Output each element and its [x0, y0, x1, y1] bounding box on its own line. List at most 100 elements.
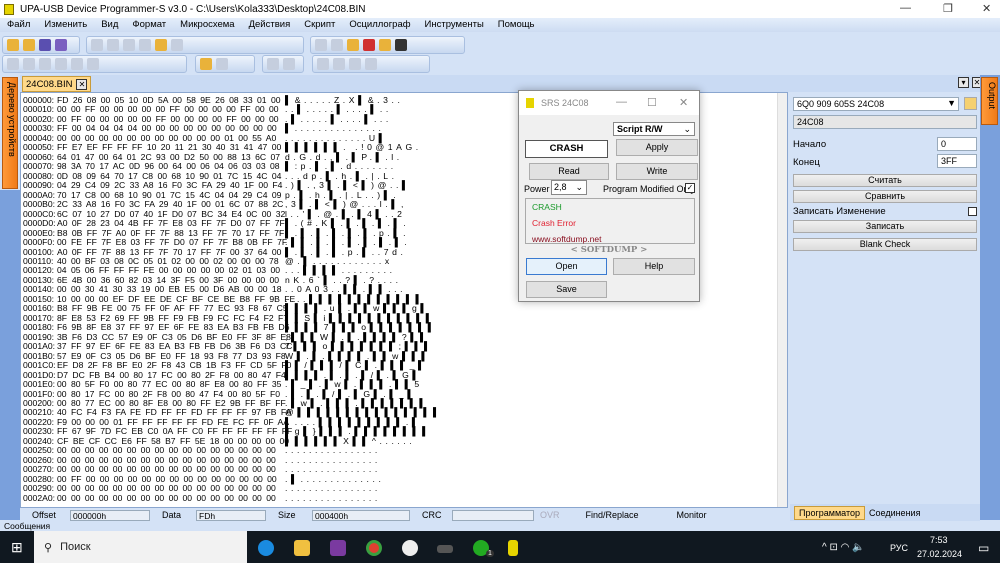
play-icon[interactable]: [267, 58, 279, 70]
end-label: Конец: [793, 157, 820, 168]
close-tab-icon[interactable]: ✕: [76, 78, 88, 90]
save-as-icon[interactable]: [55, 39, 67, 51]
row-ascii[interactable]: ................: [285, 493, 445, 503]
write-button[interactable]: Write: [616, 163, 698, 180]
clock-time[interactable]: 7:53: [930, 535, 948, 545]
open-icon[interactable]: [23, 39, 35, 51]
stop-icon[interactable]: [283, 58, 295, 70]
select-icon[interactable]: [216, 58, 228, 70]
end-input[interactable]: 3FF: [937, 154, 977, 168]
read-button[interactable]: Read: [529, 163, 609, 180]
softdump-brand: < SOFTDUMP >: [570, 245, 648, 255]
write-button[interactable]: Записать: [793, 220, 977, 233]
network-icon[interactable]: [395, 39, 407, 51]
apply-button[interactable]: Apply: [616, 139, 698, 156]
taskbar-search[interactable]: ⚲ Поиск: [34, 531, 247, 563]
menu-item[interactable]: Файл: [0, 18, 37, 32]
prev-icon[interactable]: [55, 58, 67, 70]
pointer-icon[interactable]: [200, 58, 212, 70]
write-changes-checkbox[interactable]: [968, 207, 977, 216]
vertical-scrollbar[interactable]: [777, 93, 787, 507]
menu-item[interactable]: Инструменты: [418, 18, 491, 32]
row-bytes[interactable]: 00 00 00 00 00 00 00 00 00 00 00 00 00 0…: [57, 493, 285, 503]
toolbar-select: [195, 55, 255, 73]
save-button[interactable]: Save: [526, 281, 607, 298]
app-device-icon[interactable]: [437, 545, 453, 553]
device-select[interactable]: 6Q0 909 605S 24C08 ▼: [793, 97, 959, 111]
monitor-button[interactable]: Monitor: [677, 510, 707, 520]
help-button[interactable]: Help: [613, 258, 695, 275]
open-button[interactable]: Open: [526, 258, 607, 275]
last-icon[interactable]: [87, 58, 99, 70]
bug-icon[interactable]: [363, 39, 375, 51]
menu-item[interactable]: Изменить: [37, 18, 94, 32]
bold-icon[interactable]: [317, 58, 329, 70]
menu-item[interactable]: Осциллограф: [342, 18, 417, 32]
tab-24c08[interactable]: 24C08.BIN ✕: [22, 76, 92, 92]
redo-icon[interactable]: [107, 39, 119, 51]
hex-row[interactable]: 0002A0: 00 00 00 00 00 00 00 00 00 00 00 …: [23, 493, 445, 503]
device-tree-tab[interactable]: Дерево устройств: [2, 77, 18, 189]
edge-icon[interactable]: [258, 540, 274, 556]
device-icon[interactable]: [315, 39, 327, 51]
find-replace-button[interactable]: Find/Replace: [586, 510, 639, 520]
menu-item[interactable]: Помощь: [491, 18, 542, 32]
compare-button[interactable]: Сравнить: [793, 190, 977, 203]
menu-item[interactable]: Микросхема: [173, 18, 241, 32]
start-input[interactable]: 0: [937, 137, 977, 151]
sigma-icon[interactable]: [379, 39, 391, 51]
copy-icon[interactable]: [139, 39, 151, 51]
menu-item[interactable]: Формат: [125, 18, 173, 32]
cut-icon[interactable]: [123, 39, 135, 51]
status-display: CRASH: [525, 140, 608, 158]
explorer-icon[interactable]: [294, 540, 310, 556]
first-icon[interactable]: [39, 58, 51, 70]
menu-item[interactable]: Скрипт: [297, 18, 342, 32]
align-icon[interactable]: [365, 58, 377, 70]
upa-app-icon[interactable]: [508, 540, 518, 556]
language-indicator[interactable]: РУС: [890, 543, 908, 553]
crc-field: [452, 509, 534, 521]
new-icon[interactable]: [7, 39, 19, 51]
tab-connections[interactable]: Соединения: [865, 507, 924, 519]
maximize-button[interactable]: ❐: [943, 2, 953, 15]
program-modified-only-checkbox[interactable]: ✓: [685, 183, 695, 193]
close-button[interactable]: ✕: [982, 2, 991, 15]
delete-icon[interactable]: [171, 39, 183, 51]
tray-icons[interactable]: ^ ⊡ ◠ 🔈: [822, 542, 865, 553]
dialog-maximize[interactable]: ☐: [647, 96, 657, 109]
zoom-out-icon[interactable]: [23, 58, 35, 70]
dialog-minimize[interactable]: —: [616, 96, 627, 108]
dialog-close[interactable]: ✕: [679, 96, 688, 109]
window-title: UPA-USB Device Programmer-S v3.0 - C:\Us…: [20, 3, 366, 15]
read-button[interactable]: Считать: [793, 174, 977, 187]
clock-date[interactable]: 27.02.2024: [917, 549, 962, 559]
chip-icon[interactable]: [331, 39, 343, 51]
script-select[interactable]: Script R/W ⌄: [613, 122, 695, 136]
minimize-button[interactable]: —: [900, 2, 911, 14]
toolbar-nav: [2, 55, 187, 73]
save-icon[interactable]: [39, 39, 51, 51]
load-icon[interactable]: [964, 97, 977, 110]
document-tab-bar: [20, 75, 985, 92]
underline-icon[interactable]: [349, 58, 361, 70]
tab-programmer[interactable]: Программатор: [794, 505, 865, 520]
notifications-icon[interactable]: ▭: [978, 541, 989, 555]
undo-icon[interactable]: [91, 39, 103, 51]
power-select[interactable]: 2,8 ⌄: [551, 180, 587, 195]
next-icon[interactable]: [71, 58, 83, 70]
app-circle-icon[interactable]: [402, 540, 418, 556]
output-tab[interactable]: Output: [981, 77, 998, 125]
tools-icon[interactable]: [347, 39, 359, 51]
menu-item[interactable]: Действия: [242, 18, 298, 32]
hex-view[interactable]: 000000: FD 26 08 00 05 10 0D 5A 00 58 9E …: [23, 95, 445, 503]
save-app-icon[interactable]: [330, 540, 346, 556]
chrome-icon[interactable]: [366, 540, 382, 556]
paste-icon[interactable]: [155, 39, 167, 51]
menu-item[interactable]: Вид: [94, 18, 125, 32]
italic-icon[interactable]: [333, 58, 345, 70]
windows-start-icon[interactable]: ⊞: [11, 539, 23, 556]
dropdown-icon[interactable]: ▾: [958, 77, 969, 88]
zoom-in-icon[interactable]: [7, 58, 19, 70]
blank-check-button[interactable]: Blank Check: [793, 238, 977, 251]
